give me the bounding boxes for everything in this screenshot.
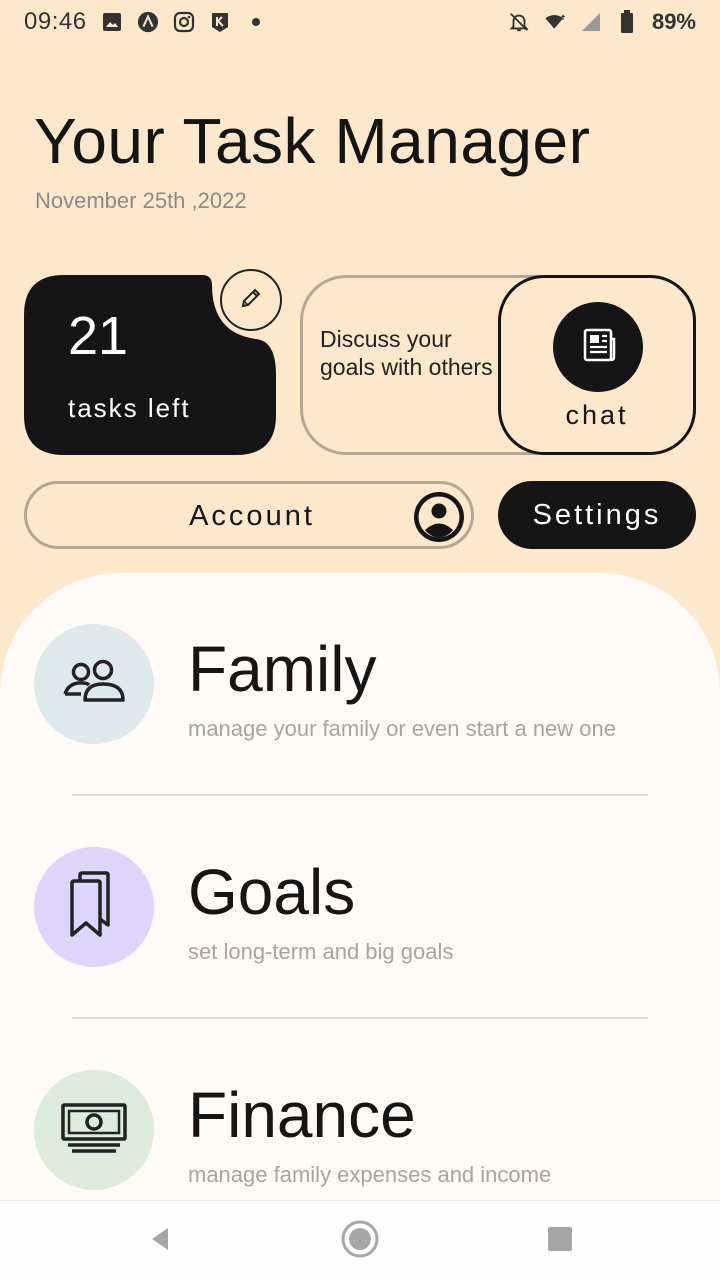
chat-label: chat <box>565 400 629 430</box>
tasks-label: tasks left <box>68 393 191 423</box>
dot-icon <box>245 11 267 33</box>
people-icon <box>61 658 127 711</box>
account-button[interactable]: Account <box>24 481 474 549</box>
battery-percentage: 89% <box>651 9 696 34</box>
category-title: Goals <box>188 856 356 928</box>
category-icon-circle <box>34 1070 154 1190</box>
divider <box>72 794 648 796</box>
category-family[interactable]: Family manage your family or even start … <box>0 624 720 784</box>
account-label: Account <box>189 500 315 532</box>
user-circle-icon <box>412 490 466 544</box>
status-left: 09:46 <box>24 8 267 36</box>
app-icon-2 <box>209 11 231 33</box>
categories-sheet: Family manage your family or even start … <box>0 573 720 1201</box>
system-navigation-bar <box>0 1200 720 1280</box>
money-icon <box>60 1101 128 1160</box>
back-button[interactable] <box>136 1217 184 1265</box>
chat-icon-circle <box>553 302 643 392</box>
category-description: set long-term and big goals <box>188 939 454 964</box>
instagram-icon <box>173 11 195 33</box>
app-icon <box>137 11 159 33</box>
signal-icon <box>580 11 602 33</box>
category-goals[interactable]: Goals set long-term and big goals <box>0 847 720 1007</box>
home-button[interactable] <box>336 1217 384 1265</box>
category-title: Finance <box>188 1079 416 1151</box>
status-bar: 09:46 89% <box>0 0 720 44</box>
home-icon <box>340 1219 380 1264</box>
wifi-icon <box>544 11 566 33</box>
recents-icon <box>547 1226 573 1257</box>
recents-button[interactable] <box>536 1217 584 1265</box>
category-description: manage your family or even start a new o… <box>188 716 617 741</box>
battery-icon <box>616 10 638 33</box>
page-date: November 25th ,2022 <box>35 188 247 213</box>
category-title: Family <box>188 633 377 705</box>
image-icon <box>101 11 123 33</box>
category-icon-circle <box>34 624 154 744</box>
bookmarks-icon <box>64 869 124 946</box>
settings-button[interactable]: Settings <box>498 481 696 549</box>
category-description: manage family expenses and income <box>188 1162 552 1187</box>
newspaper-icon <box>578 325 618 370</box>
pencil-icon <box>238 285 264 316</box>
bell-off-icon <box>508 11 530 33</box>
edit-button[interactable] <box>220 269 282 331</box>
chat-button[interactable]: chat <box>498 275 696 455</box>
divider <box>72 1017 648 1019</box>
tasks-count: 21 <box>68 306 129 366</box>
status-time: 09:46 <box>24 8 87 35</box>
chat-description: Discuss your goals with others <box>320 326 493 380</box>
category-icon-circle <box>34 847 154 967</box>
status-right: 89% <box>508 9 696 35</box>
back-icon <box>146 1225 174 1258</box>
page-title: Your Task Manager <box>34 105 591 177</box>
